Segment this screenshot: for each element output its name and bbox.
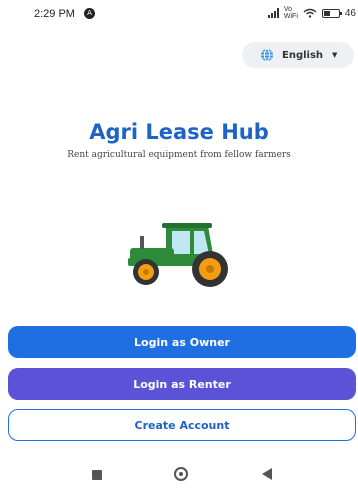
chevron-down-icon: ▼ bbox=[332, 51, 338, 59]
create-account-button[interactable]: Create Account bbox=[8, 409, 356, 441]
globe-icon bbox=[261, 48, 273, 62]
language-label: English bbox=[282, 49, 324, 61]
battery-percent: 46 bbox=[344, 7, 356, 19]
status-icons: Vo WiFi 46 bbox=[267, 6, 356, 20]
recent-apps-icon[interactable] bbox=[92, 470, 102, 480]
navigation-bar bbox=[0, 462, 358, 489]
app-title: Agri Lease Hub bbox=[89, 120, 269, 144]
login-owner-button[interactable]: Login as Owner bbox=[8, 326, 356, 358]
app-subtitle: Rent agricultural equipment from fellow … bbox=[67, 150, 291, 160]
status-time: 2:29 PM bbox=[34, 8, 75, 20]
login-renter-button[interactable]: Login as Renter bbox=[8, 368, 356, 400]
notification-icon: A bbox=[84, 8, 95, 19]
signal-icon bbox=[267, 8, 279, 18]
language-selector[interactable]: English ▼ bbox=[242, 42, 354, 68]
status-bar: 2:29 PM A Vo WiFi 46 bbox=[0, 0, 358, 30]
home-icon[interactable] bbox=[174, 467, 188, 481]
tractor-icon bbox=[128, 223, 228, 287]
back-icon[interactable] bbox=[262, 468, 272, 480]
battery-icon bbox=[321, 8, 342, 18]
wifi-icon bbox=[303, 8, 317, 18]
vowifi-label: Vo WiFi bbox=[283, 6, 298, 20]
